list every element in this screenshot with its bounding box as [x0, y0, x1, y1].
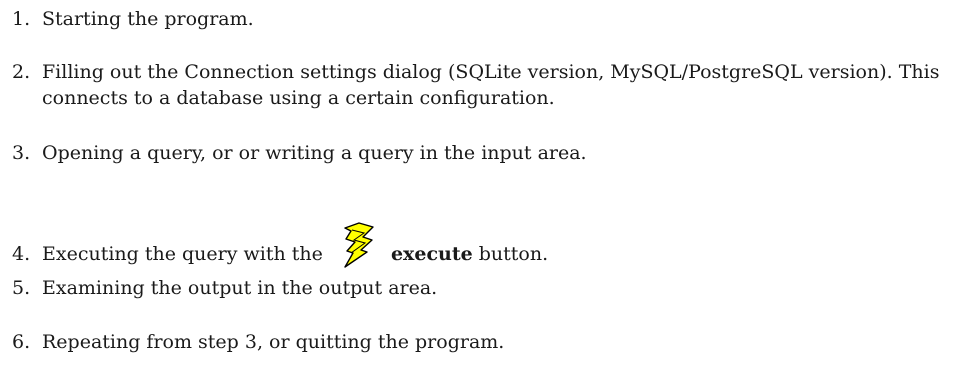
- list-number: 6.: [12, 331, 31, 353]
- list-item: 1. Starting the program.: [12, 6, 952, 32]
- list-text: Starting the program.: [42, 8, 254, 30]
- execute-label: execute: [390, 243, 473, 265]
- list-item: 2. Filling out the Connection settings d…: [12, 59, 952, 111]
- list-text: Opening a query, or or writing a query i…: [42, 142, 587, 164]
- list-number: 1.: [12, 8, 31, 30]
- execute-lightning-icon: [339, 222, 375, 268]
- list-number: 4.: [12, 243, 31, 265]
- list-item: 5. Examining the output in the output ar…: [12, 275, 952, 301]
- list-number: 3.: [12, 142, 31, 164]
- list-text: Examining the output in the output area.: [42, 277, 438, 299]
- list-item: 6. Repeating from step 3, or quitting th…: [12, 329, 952, 355]
- list-text: Executing the query with the execute but…: [42, 222, 952, 268]
- list-text-after: button.: [472, 243, 549, 265]
- list-text: Repeating from step 3, or quitting the p…: [42, 331, 505, 353]
- list-text: Filling out the Connection settings dial…: [42, 61, 940, 109]
- list-text-before: Executing the query with the: [42, 243, 323, 265]
- list-item: 3. Opening a query, or or writing a quer…: [12, 140, 952, 166]
- list-item: 4. Executing the query with the execute …: [12, 222, 952, 268]
- list-number: 2.: [12, 61, 31, 83]
- list-number: 5.: [12, 277, 31, 299]
